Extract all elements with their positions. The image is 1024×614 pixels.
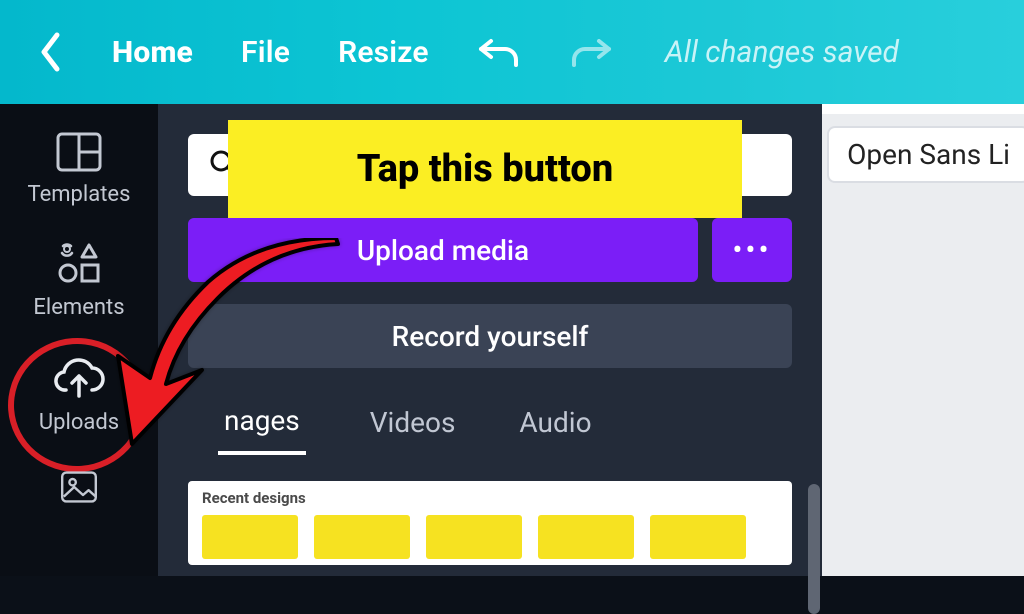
recent-heading: Recent designs	[202, 489, 778, 507]
sidebar-item-elements[interactable]: Elements	[0, 243, 158, 320]
resize-menu[interactable]: Resize	[338, 35, 429, 70]
left-sidebar: Templates Elements U	[0, 104, 158, 576]
photos-icon	[56, 471, 102, 503]
save-status: All changes saved	[665, 35, 899, 70]
undo-button[interactable]	[477, 35, 521, 69]
toolbar-strip	[822, 104, 1024, 114]
cloud-upload-icon	[52, 356, 106, 400]
annotation-circle	[3, 333, 150, 476]
thumbnail[interactable]	[426, 515, 522, 559]
tab-audio[interactable]: Audio	[519, 406, 591, 453]
font-selector[interactable]: Open Sans Li	[827, 126, 1024, 183]
sidebar-item-photos[interactable]	[0, 471, 158, 503]
sidebar-item-label: Templates	[28, 182, 131, 207]
thumbnail[interactable]	[650, 515, 746, 559]
tab-images[interactable]: nages	[218, 404, 306, 455]
media-tabs: nages Videos Audio	[188, 390, 792, 455]
sidebar-item-label: Uploads	[39, 410, 119, 435]
redo-button[interactable]	[569, 35, 613, 69]
thumbnail[interactable]	[202, 515, 298, 559]
record-yourself-button[interactable]: Record yourself	[188, 304, 792, 368]
back-button[interactable]	[38, 31, 64, 73]
upload-more-button[interactable]: •••	[712, 218, 792, 282]
sidebar-item-label: Elements	[33, 295, 124, 320]
sidebar-item-uploads[interactable]: Uploads	[0, 356, 158, 435]
recent-designs: Recent designs	[188, 481, 792, 565]
top-toolbar: Home File Resize All changes saved	[0, 0, 1024, 104]
thumbnail[interactable]	[314, 515, 410, 559]
home-link[interactable]: Home	[112, 35, 193, 70]
recent-thumbs	[202, 515, 778, 559]
upload-row: Upload media •••	[188, 218, 792, 282]
annotation-callout: Tap this button	[228, 120, 742, 218]
panel-scrollbar[interactable]	[808, 484, 820, 614]
file-menu[interactable]: File	[241, 35, 290, 70]
elements-icon	[56, 243, 102, 285]
templates-icon	[56, 132, 102, 172]
sidebar-item-templates[interactable]: Templates	[0, 132, 158, 207]
thumbnail[interactable]	[538, 515, 634, 559]
upload-media-button[interactable]: Upload media	[188, 218, 698, 282]
tab-videos[interactable]: Videos	[370, 406, 456, 453]
canvas-area: Open Sans Li	[822, 104, 1024, 576]
